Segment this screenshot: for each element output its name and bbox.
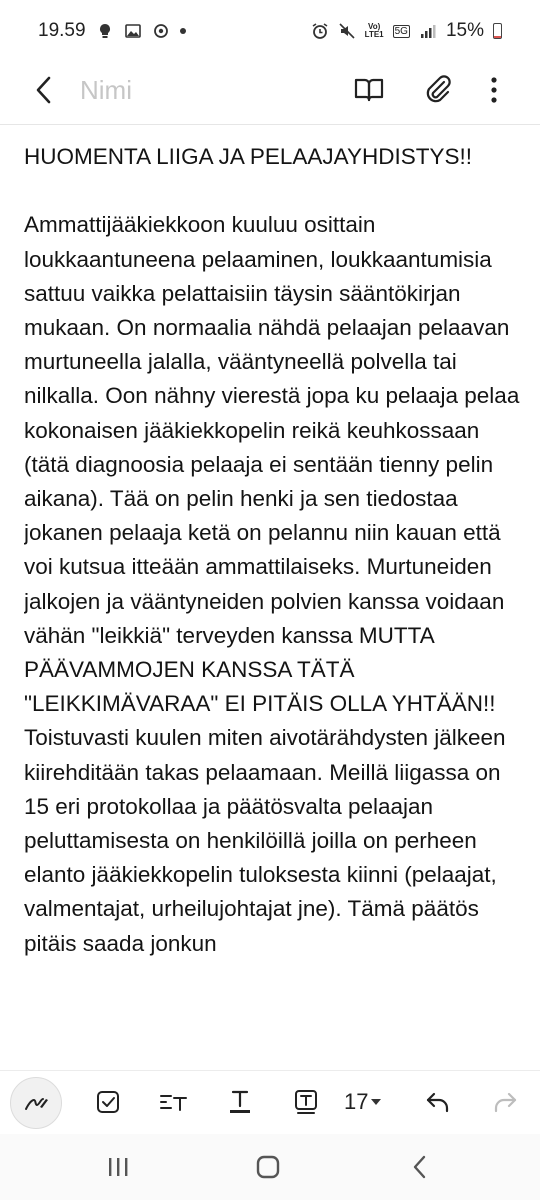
redo-icon <box>494 1092 517 1113</box>
paragraph-style-button[interactable] <box>150 1079 196 1125</box>
status-bar: 19.59 Vo) LTE1 5G 15% <box>0 0 540 62</box>
undo-button[interactable] <box>415 1079 461 1125</box>
sync-icon <box>153 24 168 38</box>
status-left: 19.59 <box>38 20 186 42</box>
note-toolbar <box>0 62 540 125</box>
book-icon <box>354 78 384 102</box>
paperclip-icon <box>426 75 451 103</box>
battery-percent: 15% <box>445 20 484 41</box>
more-vertical-icon <box>491 77 497 103</box>
status-time: 19.59 <box>38 20 86 41</box>
paragraph-style-icon <box>160 1095 187 1111</box>
home-icon <box>256 1155 280 1179</box>
recent-apps-button[interactable] <box>94 1143 142 1191</box>
font-size-selector[interactable]: 17 <box>344 1079 382 1125</box>
text-color-icon <box>230 1090 250 1113</box>
pen-icon <box>25 1098 48 1110</box>
volte-indicator: Vo) LTE1 <box>365 23 384 39</box>
chevron-left-icon <box>36 76 51 104</box>
notification-dot-icon <box>179 28 186 34</box>
status-right: Vo) LTE1 5G 15% <box>311 20 502 42</box>
reader-mode-button[interactable] <box>345 66 393 114</box>
alarm-icon <box>312 23 328 39</box>
attach-button[interactable] <box>415 66 463 114</box>
text-color-button[interactable] <box>217 1079 263 1125</box>
system-nav-bar <box>0 1134 540 1200</box>
chevron-down-icon <box>371 1099 382 1105</box>
nav-back-button[interactable] <box>396 1143 444 1191</box>
network-5g-badge: 5G <box>392 24 410 38</box>
more-options-button[interactable] <box>470 66 518 114</box>
mute-icon <box>339 23 355 39</box>
signal-icon <box>420 25 436 38</box>
lte-label: LTE1 <box>364 30 384 39</box>
font-size-value: 17 <box>344 1089 369 1114</box>
lightbulb-icon <box>99 24 110 38</box>
text-box-icon <box>295 1090 317 1114</box>
checkbox-icon <box>97 1091 119 1113</box>
home-button[interactable] <box>244 1143 292 1191</box>
title-input[interactable] <box>80 70 320 110</box>
edit-toolbar: 17 <box>0 1070 540 1135</box>
checkbox-button[interactable] <box>85 1079 131 1125</box>
recent-apps-icon <box>109 1158 128 1176</box>
note-body[interactable]: HUOMENTA LIIGA JA PELAAJAYHDISTYS!! Amma… <box>24 140 524 1070</box>
nav-back-icon <box>413 1155 426 1179</box>
redo-button[interactable] <box>482 1079 528 1125</box>
battery-icon <box>493 23 502 39</box>
pen-mode-button[interactable] <box>10 1077 62 1129</box>
undo-icon <box>426 1092 449 1113</box>
back-button[interactable] <box>24 68 64 112</box>
text-box-button[interactable] <box>283 1079 329 1125</box>
gallery-icon <box>124 24 141 38</box>
